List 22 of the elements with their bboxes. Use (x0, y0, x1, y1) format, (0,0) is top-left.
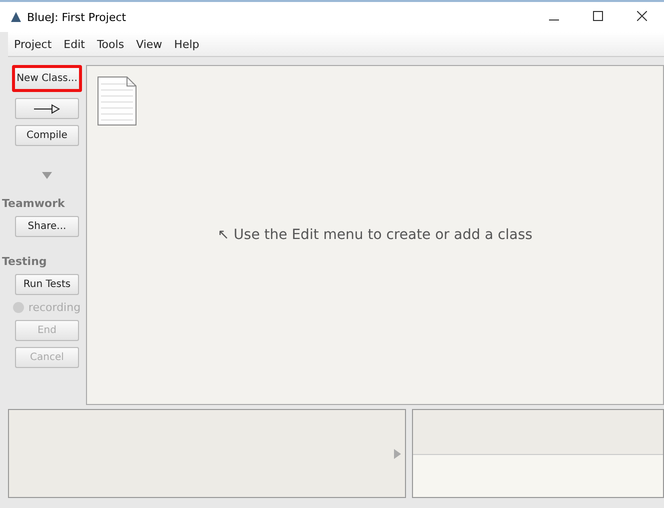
arrow-icon (34, 104, 60, 114)
menu-item[interactable]: Edit (58, 38, 91, 50)
sidebar-button[interactable]: Run Tests (15, 274, 79, 295)
app-icon (10, 11, 22, 23)
maximize-icon[interactable] (593, 10, 603, 20)
document-icon (97, 76, 137, 126)
close-icon[interactable] (637, 10, 647, 20)
menu-item[interactable]: Tools (90, 38, 130, 50)
sidebar-button[interactable]: New Class... (12, 65, 82, 92)
menu-item[interactable]: Help (168, 38, 206, 50)
window-title: BlueJ: First Project (27, 10, 128, 24)
arrow-button[interactable] (15, 98, 79, 119)
canvas-hint: ↖ Use the Edit menu to create or add a class (218, 227, 532, 243)
menu-item[interactable]: Project (8, 38, 58, 50)
sidebar-button[interactable]: Compile (15, 125, 79, 146)
recording-indicator: recording (13, 301, 81, 314)
collapse-triangle-icon (42, 172, 52, 179)
section-title: Teamwork (2, 197, 65, 210)
section-title: Testing (2, 255, 47, 268)
sidebar-button[interactable]: Share... (15, 216, 79, 237)
minimize-icon[interactable] (549, 18, 559, 20)
menu-item[interactable]: View (130, 38, 168, 50)
